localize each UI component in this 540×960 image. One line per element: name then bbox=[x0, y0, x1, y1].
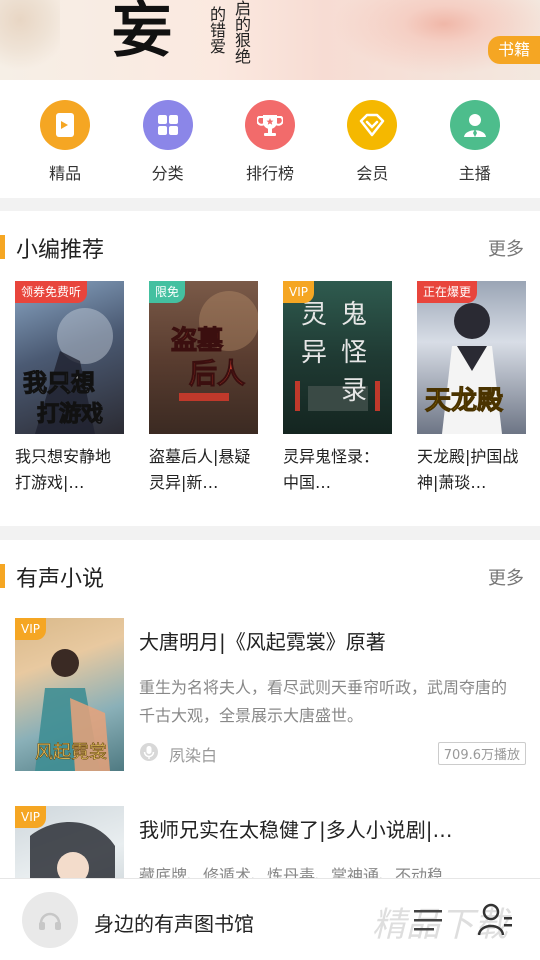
book-card[interactable]: 盗墓 后人 限免 盗墓后人|悬疑灵异|新… bbox=[149, 281, 258, 496]
banner-tag[interactable]: 书籍 bbox=[487, 36, 540, 64]
user-icon[interactable] bbox=[477, 903, 514, 941]
audio-meta: 夙染白 bbox=[139, 742, 217, 766]
bottom-player-bar: 身边的有声图书馆 精品下载 bbox=[0, 878, 540, 960]
svg-text:怪: 怪 bbox=[341, 338, 367, 368]
book-cover[interactable]: 盗墓 后人 限免 bbox=[149, 281, 258, 434]
category-label: 分类 bbox=[151, 164, 184, 183]
category-featured[interactable]: 精品 bbox=[25, 80, 105, 198]
book-list: 我只想 打游戏 领券免费听 我只想安静地打游戏|… 盗墓 后人 限免 盗墓后人|… bbox=[0, 281, 540, 496]
audio-list-item[interactable]: VIP 我师兄实在太稳健了|多人小说剧|… 藏底牌、修遁术、炼丹毒、掌神通、不动… bbox=[0, 806, 540, 880]
player-disc-button[interactable] bbox=[22, 892, 78, 948]
audio-section: 有声小说 更多 风起霓裳 VIP 大唐明月|《风起霓裳》原著 重生为名将夫人，看… bbox=[0, 540, 540, 880]
section-header: 小编推荐 更多 bbox=[0, 211, 540, 281]
banner-subtitle-2: 启的狠绝 bbox=[232, 0, 251, 64]
headphones-icon bbox=[39, 912, 61, 930]
audio-title[interactable]: 我师兄实在太稳健了|多人小说剧|… bbox=[139, 814, 529, 843]
category-anchor[interactable]: 主播 bbox=[435, 80, 515, 198]
category-classify[interactable]: 分类 bbox=[128, 80, 208, 198]
book-title[interactable]: 灵异鬼怪录：中国… bbox=[283, 444, 392, 496]
svg-text:打游戏: 打游戏 bbox=[37, 401, 103, 427]
trophy-icon bbox=[244, 100, 295, 150]
book-cover[interactable]: 天龙殿 正在爆更 bbox=[417, 281, 526, 434]
book-card[interactable]: 天龙殿 正在爆更 天龙殿|护国战神|萧琰… bbox=[417, 281, 526, 496]
vip-badge: VIP bbox=[15, 806, 46, 828]
play-count: 709.6万播放 bbox=[437, 742, 526, 765]
book-icon bbox=[40, 100, 91, 150]
audio-cover[interactable]: VIP bbox=[15, 806, 124, 880]
book-cover[interactable]: 灵 鬼 异 怪 录 VIP bbox=[283, 281, 392, 434]
category-label: 排行榜 bbox=[245, 164, 294, 183]
recommend-section: 小编推荐 更多 我只想 打游戏 领券免费听 我只想安静地打游戏|… 盗墓 后人 bbox=[0, 211, 540, 526]
category-ranking[interactable]: 排行榜 bbox=[230, 80, 310, 198]
book-badge: 正在爆更 bbox=[417, 281, 478, 303]
audio-author: 夙染白 bbox=[169, 746, 218, 765]
book-badge: 限免 bbox=[149, 281, 186, 303]
section-accent-bar bbox=[0, 235, 5, 259]
book-badge: VIP bbox=[283, 281, 314, 303]
banner-decoration bbox=[0, 0, 60, 80]
svg-text:异: 异 bbox=[301, 338, 327, 368]
more-link[interactable]: 更多 bbox=[488, 235, 524, 261]
banner-title: 妄 bbox=[112, 0, 174, 66]
book-badge: 领券免费听 bbox=[15, 281, 88, 303]
category-member[interactable]: 会员 bbox=[332, 80, 412, 198]
audio-title[interactable]: 大唐明月|《风起霓裳》原著 bbox=[139, 626, 529, 655]
category-label: 主播 bbox=[458, 164, 491, 183]
audio-list-item[interactable]: 风起霓裳 VIP 大唐明月|《风起霓裳》原著 重生为名将夫人，看尽武则天垂帘听政… bbox=[0, 618, 540, 806]
section-accent-bar bbox=[0, 564, 5, 588]
top-banner[interactable]: 妄 的错爱 启的狠绝 书籍 bbox=[0, 0, 540, 80]
book-title[interactable]: 我只想安静地打游戏|… bbox=[15, 444, 124, 496]
svg-text:我只想: 我只想 bbox=[23, 368, 95, 397]
vip-badge: VIP bbox=[15, 618, 46, 640]
more-link[interactable]: 更多 bbox=[488, 564, 524, 590]
svg-text:灵: 灵 bbox=[301, 300, 327, 330]
diamond-icon bbox=[347, 100, 398, 150]
player-tagline: 身边的有声图书馆 bbox=[94, 912, 254, 936]
book-cover[interactable]: 我只想 打游戏 领券免费听 bbox=[15, 281, 124, 434]
svg-text:天龙殿: 天龙殿 bbox=[425, 386, 503, 416]
microphone-icon bbox=[139, 742, 159, 766]
book-card[interactable]: 我只想 打游戏 领券免费听 我只想安静地打游戏|… bbox=[15, 281, 124, 496]
audio-description: 重生为名将夫人，看尽武则天垂帘听政，武周夺唐的千古大观，全景展示大唐盛世。 bbox=[139, 678, 508, 725]
book-title[interactable]: 天龙殿|护国战神|萧琰… bbox=[417, 444, 526, 496]
audio-cover[interactable]: 风起霓裳 VIP bbox=[15, 618, 124, 771]
category-label: 精品 bbox=[49, 164, 82, 183]
grid-icon bbox=[142, 100, 193, 150]
svg-text:鬼: 鬼 bbox=[341, 300, 367, 330]
banner-subtitle-1: 的错爱 bbox=[207, 6, 226, 54]
category-label: 会员 bbox=[356, 164, 389, 183]
book-card[interactable]: 灵 鬼 异 怪 录 VIP 灵异鬼怪录：中国… bbox=[283, 281, 392, 496]
svg-text:盗墓: 盗墓 bbox=[171, 325, 224, 356]
svg-text:风起霓裳: 风起霓裳 bbox=[35, 742, 107, 763]
section-header: 有声小说 更多 bbox=[0, 540, 540, 610]
section-title: 小编推荐 bbox=[16, 238, 105, 263]
person-icon bbox=[449, 100, 500, 150]
svg-text:录: 录 bbox=[341, 376, 367, 406]
section-title: 有声小说 bbox=[16, 567, 105, 592]
playlist-icon[interactable] bbox=[412, 905, 444, 939]
category-nav: 精品 分类 排行榜 会员 主播 bbox=[0, 80, 540, 198]
book-title[interactable]: 盗墓后人|悬疑灵异|新… bbox=[149, 444, 258, 496]
svg-text:后人: 后人 bbox=[189, 357, 245, 390]
